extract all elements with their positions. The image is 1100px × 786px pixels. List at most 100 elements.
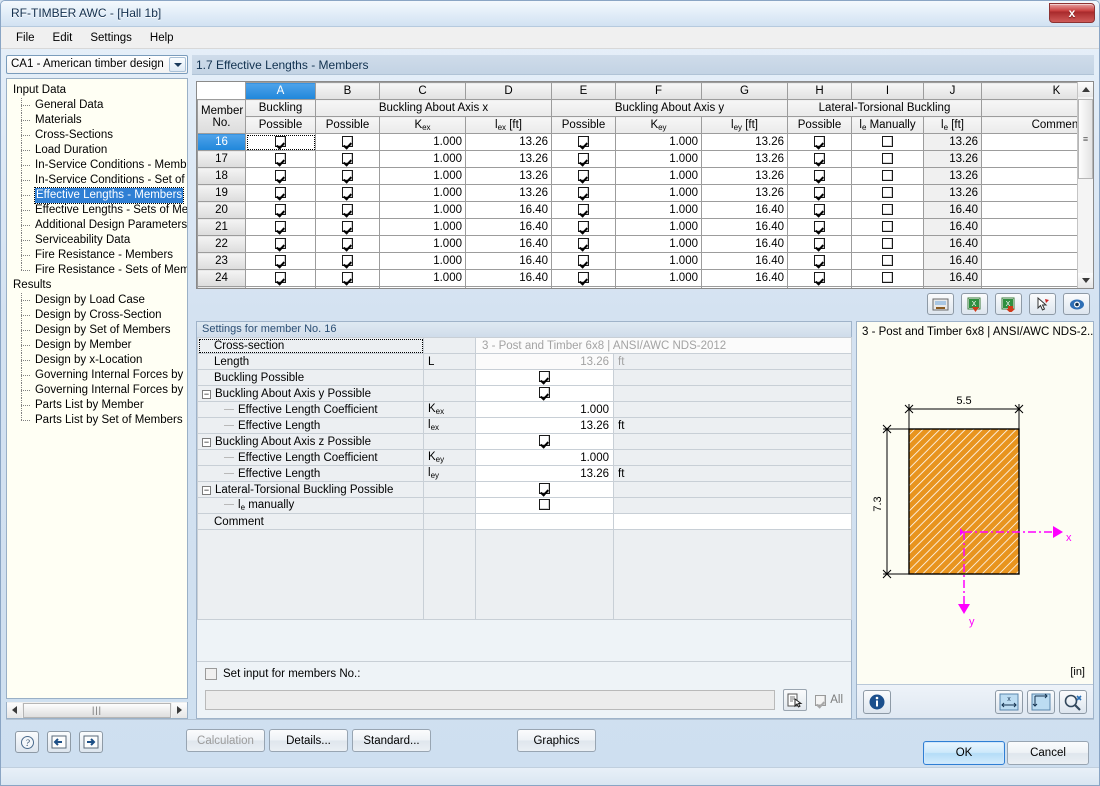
- cell-buckling-possible[interactable]: [245, 150, 316, 168]
- sidebar-item-in-service-conditions-sets[interactable]: In-Service Conditions - Set of M: [7, 173, 187, 188]
- checkbox[interactable]: [882, 135, 893, 147]
- settings-row-checkbox-cell[interactable]: [475, 385, 614, 402]
- sidebar-item-effective-lengths-members[interactable]: Effective Lengths - Members: [7, 187, 187, 204]
- column-letter-a[interactable]: A: [245, 82, 316, 100]
- table-row[interactable]: 19 1.000 13.26 1.000 13.26 13.26: [197, 184, 1093, 202]
- sidebar-item-fire-resistance-members[interactable]: Fire Resistance - Members: [7, 248, 187, 263]
- checkbox[interactable]: [578, 271, 589, 283]
- checkbox[interactable]: [275, 186, 286, 198]
- pick-icon[interactable]: [1029, 293, 1056, 315]
- cell-le-manually[interactable]: [851, 269, 924, 287]
- sidebar-item-in-service-conditions-members[interactable]: In-Service Conditions - Members: [7, 158, 187, 173]
- cell-le-manually[interactable]: [851, 235, 924, 253]
- cell-ltb-possible[interactable]: [787, 184, 852, 202]
- cell-le-manually[interactable]: [851, 218, 924, 236]
- cell-lex[interactable]: 13.26: [465, 150, 552, 168]
- checkbox[interactable]: [342, 289, 353, 290]
- checkbox[interactable]: [882, 152, 893, 164]
- ok-button[interactable]: OK: [923, 741, 1005, 765]
- checkbox[interactable]: [539, 435, 550, 446]
- table-row[interactable]: 16 1.000 13.26 1.000 13.26 13.26: [197, 133, 1093, 151]
- checkbox[interactable]: [539, 499, 550, 510]
- column-letter-b[interactable]: B: [315, 82, 380, 100]
- settings-row[interactable]: − Lateral-Torsional Buckling Possible: [197, 481, 852, 498]
- checkbox[interactable]: [814, 220, 825, 232]
- cell-key[interactable]: 1.000: [615, 252, 702, 270]
- cell-ltb-possible[interactable]: [787, 235, 852, 253]
- row-header-member-no[interactable]: 20: [197, 201, 246, 219]
- graphics-button[interactable]: Graphics: [517, 729, 596, 752]
- checkbox[interactable]: [814, 289, 825, 290]
- cell-ltb-possible[interactable]: [787, 286, 852, 290]
- close-icon[interactable]: x: [1049, 3, 1095, 23]
- cell-x-possible[interactable]: [315, 201, 380, 219]
- cell-kex[interactable]: 1.000: [379, 133, 466, 151]
- tree-group-input-data[interactable]: Input Data: [7, 83, 187, 98]
- sidebar-item-design-by-load-case[interactable]: Design by Load Case: [7, 293, 187, 308]
- cell-ltb-possible[interactable]: [787, 133, 852, 151]
- table-vertical-scrollbar[interactable]: ≡: [1077, 82, 1093, 288]
- cell-kex[interactable]: 1.000: [379, 201, 466, 219]
- cell-ltb-possible[interactable]: [787, 201, 852, 219]
- cell-le-manually[interactable]: [851, 286, 924, 288]
- cell-lex[interactable]: 13.26: [465, 184, 552, 202]
- cross-section-canvas[interactable]: 3 - Post and Timber 6x8 | ANSI/AWC NDS-2…: [857, 322, 1093, 682]
- sidebar-item-design-by-cross-section[interactable]: Design by Cross-Section: [7, 308, 187, 323]
- checkbox[interactable]: [882, 237, 893, 249]
- settings-row[interactable]: Length L 13.26 ft: [197, 353, 852, 370]
- cell-x-possible[interactable]: [315, 286, 380, 290]
- settings-row-value[interactable]: 13.26: [475, 465, 614, 482]
- cell-x-possible[interactable]: [315, 218, 380, 236]
- settings-row[interactable]: − Buckling About Axis z Possible: [197, 433, 852, 450]
- cell-key[interactable]: 1.000: [615, 286, 702, 288]
- checkbox[interactable]: [275, 220, 286, 232]
- cell-kex[interactable]: 1.000: [379, 286, 466, 288]
- cell-x-possible[interactable]: [315, 269, 380, 287]
- cell-lex[interactable]: 16.40: [465, 218, 552, 236]
- cell-ley[interactable]: 16.40: [701, 252, 788, 270]
- checkbox[interactable]: [275, 135, 286, 147]
- cell-kex[interactable]: 1.000: [379, 218, 466, 236]
- cell-y-possible[interactable]: [551, 150, 616, 168]
- cell-ltb-possible[interactable]: [787, 167, 852, 185]
- settings-row[interactable]: le manually: [197, 497, 852, 514]
- sidebar-item-parts-list-by-set[interactable]: Parts List by Set of Members: [7, 413, 187, 428]
- row-header-member-no[interactable]: 17: [197, 150, 246, 168]
- checkbox[interactable]: [578, 169, 589, 181]
- row-header-member-no[interactable]: 22: [197, 235, 246, 253]
- cell-buckling-possible[interactable]: [245, 252, 316, 270]
- settings-row-value[interactable]: 1.000: [475, 401, 614, 418]
- cell-key[interactable]: 1.000: [615, 167, 702, 185]
- sidebar-item-design-by-set-of-members[interactable]: Design by Set of Members: [7, 323, 187, 338]
- checkbox[interactable]: [814, 169, 825, 181]
- settings-row[interactable]: Cross-section 3 - Post and Timber 6x8 | A…: [197, 337, 852, 354]
- sidebar-item-fire-resistance-sets[interactable]: Fire Resistance - Sets of Memb: [7, 263, 187, 278]
- cell-le-manually[interactable]: [851, 201, 924, 219]
- scroll-down-icon[interactable]: [1078, 273, 1093, 288]
- scroll-up-icon[interactable]: [1078, 82, 1093, 97]
- cell-y-possible[interactable]: [551, 184, 616, 202]
- sidebar-item-governing-forces-by-member[interactable]: Governing Internal Forces by M: [7, 368, 187, 383]
- checkbox[interactable]: [275, 203, 286, 215]
- cell-buckling-possible[interactable]: [245, 201, 316, 219]
- cell-x-possible[interactable]: [315, 184, 380, 202]
- cell-lex[interactable]: 16.40: [465, 201, 552, 219]
- cell-key[interactable]: 1.000: [615, 150, 702, 168]
- all-checkbox-group[interactable]: All: [815, 694, 843, 706]
- cell-y-possible[interactable]: [551, 133, 616, 151]
- navigation-tree[interactable]: Input Data General Data Materials Cross-…: [6, 78, 188, 699]
- column-letter-f[interactable]: F: [615, 82, 702, 100]
- cell-y-possible[interactable]: [551, 218, 616, 236]
- table-row[interactable]: 22 1.000 16.40 1.000 16.40 16.40: [197, 235, 1093, 253]
- cell-x-possible[interactable]: [315, 133, 380, 151]
- menu-item-edit[interactable]: Edit: [44, 29, 82, 47]
- cell-le-manually[interactable]: [851, 133, 924, 151]
- cell-y-possible[interactable]: [551, 269, 616, 287]
- settings-row[interactable]: − Buckling About Axis y Possible: [197, 385, 852, 402]
- cell-key[interactable]: 1.000: [615, 218, 702, 236]
- cell-ley[interactable]: 16.40: [701, 235, 788, 253]
- design-case-combobox[interactable]: CA1 - American timber design: [6, 55, 188, 74]
- settings-row[interactable]: Effective Length Coefficient Kex 1.000: [197, 401, 852, 418]
- table-row[interactable]: 24 1.000 16.40 1.000 16.40 16.40: [197, 269, 1093, 287]
- cell-kex[interactable]: 1.000: [379, 269, 466, 287]
